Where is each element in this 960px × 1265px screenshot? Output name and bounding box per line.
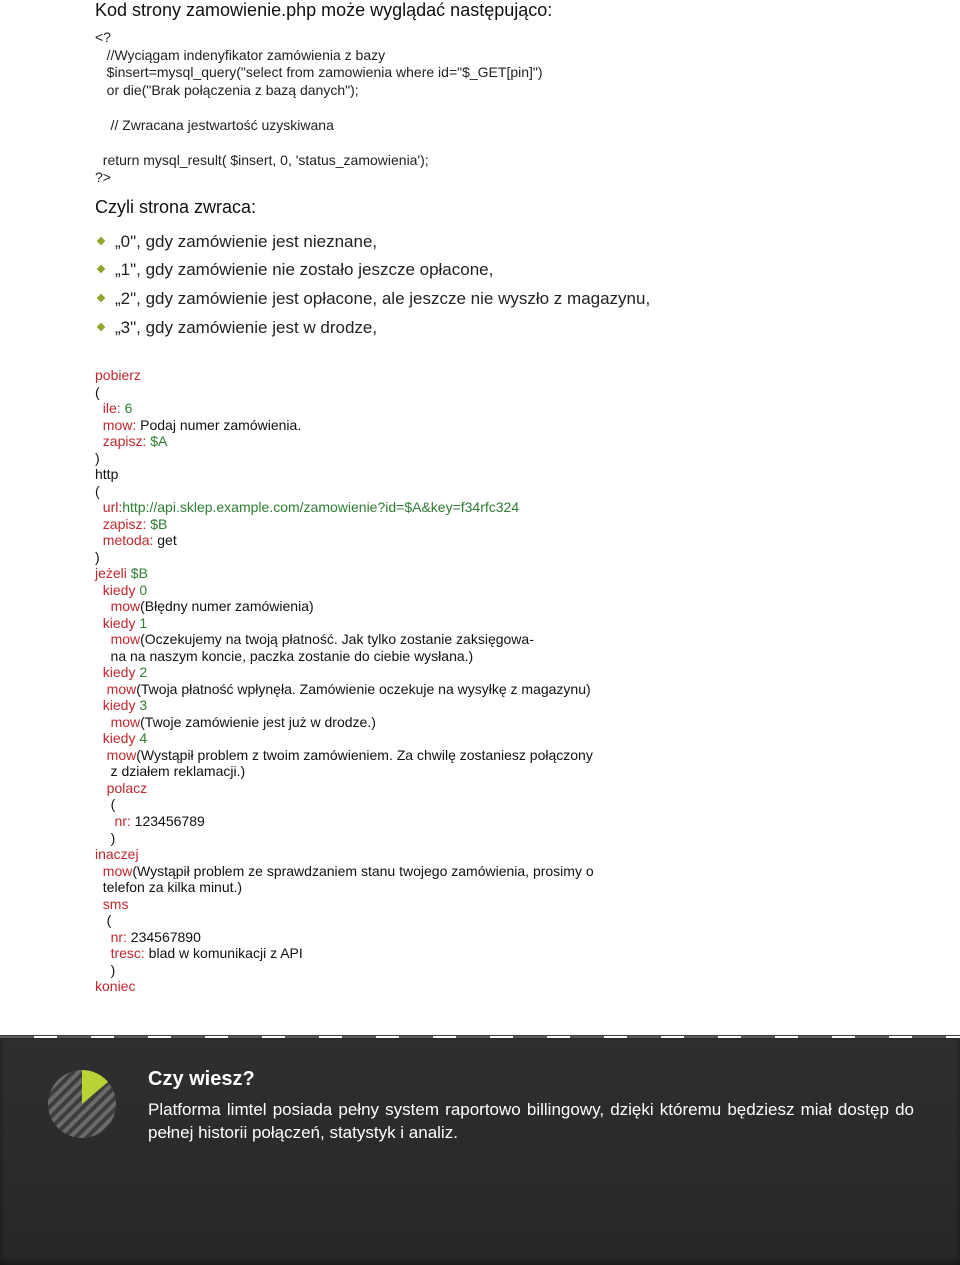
document-body: Kod strony zamowienie.php może wyglądać … (0, 0, 960, 995)
footer-title: Czy wiesz? (148, 1068, 914, 1091)
footer-body: Platforma limtel posiada pełny system ra… (148, 1099, 914, 1145)
status-list: „0", gdy zamówienie jest nieznane, „1", … (95, 228, 865, 344)
list-item: „0", gdy zamówienie jest nieznane, (95, 228, 865, 257)
pie-chart-icon (46, 1068, 118, 1145)
list-item: „3", gdy zamówienie jest w drodze, (95, 314, 865, 343)
intro-heading: Kod strony zamowienie.php może wyglądać … (95, 0, 865, 21)
php-code-block: <? //Wyciągam indenyfikator zamówienia z… (95, 29, 865, 187)
list-item: „2", gdy zamówienie jest opłacone, ale j… (95, 285, 865, 314)
dialplan-script: pobierz ( ile: 6 mow: Podaj numer zamówi… (95, 367, 865, 995)
sub-heading: Czyli strona zwraca: (95, 197, 865, 218)
list-item: „1", gdy zamówienie nie zostało jeszcze … (95, 256, 865, 285)
footer: Czy wiesz? Platforma limtel posiada pełn… (0, 1035, 960, 1265)
